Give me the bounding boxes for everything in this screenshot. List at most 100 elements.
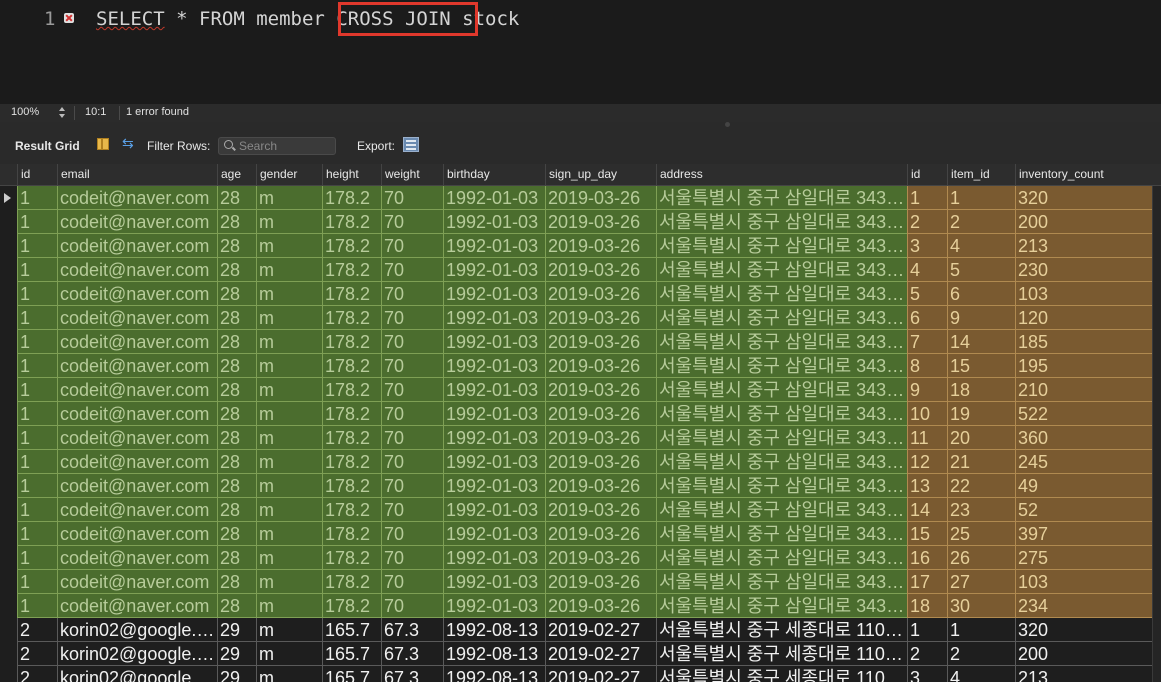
table-cell[interactable]: 14 bbox=[947, 330, 1015, 354]
table-cell[interactable]: 178.2 bbox=[322, 426, 381, 450]
table-cell[interactable]: 2019-03-26 bbox=[545, 498, 656, 522]
table-row[interactable]: 1 codeit@naver.com 28 m 178.2 70 1992-01-03 201… bbox=[0, 186, 1161, 210]
table-cell[interactable]: 67.3 bbox=[381, 666, 443, 682]
table-cell[interactable]: 2019-03-26 bbox=[545, 282, 656, 306]
table-row[interactable]: 1 codeit@naver.com 28 m 178.2 70 1992-01-03 201… bbox=[0, 450, 1161, 474]
table-cell[interactable]: 70 bbox=[381, 282, 443, 306]
table-cell[interactable]: 2019-03-26 bbox=[545, 330, 656, 354]
table-cell[interactable]: m bbox=[256, 378, 322, 402]
table-cell[interactable]: 14 bbox=[907, 498, 947, 522]
table-cell[interactable]: 9 bbox=[947, 306, 1015, 330]
table-cell[interactable]: 165.7 bbox=[322, 642, 381, 666]
table-cell[interactable]: 178.2 bbox=[322, 570, 381, 594]
table-cell[interactable]: 2 bbox=[947, 210, 1015, 234]
table-cell[interactable]: m bbox=[256, 330, 322, 354]
table-cell[interactable]: 213 bbox=[1015, 234, 1152, 258]
table-cell[interactable]: 70 bbox=[381, 378, 443, 402]
table-cell[interactable]: codeit@naver.com bbox=[57, 474, 217, 498]
table-cell[interactable]: m bbox=[256, 234, 322, 258]
table-cell[interactable]: 213 bbox=[1015, 666, 1152, 682]
table-cell[interactable]: codeit@naver.com bbox=[57, 186, 217, 210]
table-cell[interactable]: 234 bbox=[1015, 594, 1152, 618]
table-cell[interactable]: 67.3 bbox=[381, 618, 443, 642]
table-cell[interactable]: 서울특별시 중구 삼일대로 343… bbox=[656, 522, 907, 546]
table-cell[interactable]: 1992-01-03 bbox=[443, 234, 545, 258]
table-cell[interactable]: 103 bbox=[1015, 570, 1152, 594]
table-cell[interactable]: 1 bbox=[17, 378, 57, 402]
table-cell[interactable]: 2019-03-26 bbox=[545, 450, 656, 474]
table-cell[interactable]: 서울특별시 중구 삼일대로 343… bbox=[656, 450, 907, 474]
table-cell[interactable]: 13 bbox=[907, 474, 947, 498]
table-cell[interactable]: 1 bbox=[17, 330, 57, 354]
sql-editor[interactable]: 1 SELECT * FROM member CROSS JOIN stock bbox=[0, 0, 1161, 104]
table-cell[interactable]: 70 bbox=[381, 354, 443, 378]
table-cell[interactable]: 28 bbox=[217, 426, 256, 450]
table-cell[interactable]: 178.2 bbox=[322, 186, 381, 210]
table-cell[interactable]: 70 bbox=[381, 330, 443, 354]
table-cell[interactable]: 1992-01-03 bbox=[443, 378, 545, 402]
table-cell[interactable]: 320 bbox=[1015, 186, 1152, 210]
table-cell[interactable]: m bbox=[256, 570, 322, 594]
table-cell[interactable]: 2019-03-26 bbox=[545, 570, 656, 594]
table-cell[interactable]: 120 bbox=[1015, 306, 1152, 330]
table-cell[interactable]: 1 bbox=[17, 354, 57, 378]
table-cell[interactable]: 서울특별시 중구 삼일대로 343… bbox=[656, 402, 907, 426]
table-cell[interactable]: codeit@naver.com bbox=[57, 522, 217, 546]
table-cell[interactable]: 1992-08-13 bbox=[443, 618, 545, 642]
table-row[interactable]: 1 codeit@naver.com 28 m 178.2 70 1992-01-03 201… bbox=[0, 594, 1161, 618]
table-cell[interactable]: 1992-01-03 bbox=[443, 354, 545, 378]
table-cell[interactable]: 18 bbox=[947, 378, 1015, 402]
table-cell[interactable]: 1 bbox=[17, 282, 57, 306]
zoom-stepper-icon[interactable] bbox=[58, 106, 66, 120]
column-header-gender[interactable]: gender bbox=[256, 164, 322, 185]
table-cell[interactable]: 70 bbox=[381, 402, 443, 426]
table-cell[interactable]: korin02@google.… bbox=[57, 618, 217, 642]
table-cell[interactable]: 22 bbox=[947, 474, 1015, 498]
table-cell[interactable]: 서울특별시 중구 삼일대로 343… bbox=[656, 546, 907, 570]
table-cell[interactable]: 1 bbox=[17, 258, 57, 282]
table-cell[interactable]: 1992-01-03 bbox=[443, 330, 545, 354]
table-cell[interactable]: 4 bbox=[907, 258, 947, 282]
table-cell[interactable]: 1992-01-03 bbox=[443, 546, 545, 570]
table-cell[interactable]: 28 bbox=[217, 186, 256, 210]
table-cell[interactable]: codeit@naver.com bbox=[57, 354, 217, 378]
table-cell[interactable]: 1992-08-13 bbox=[443, 642, 545, 666]
table-cell[interactable]: 178.2 bbox=[322, 234, 381, 258]
table-row[interactable]: 1 codeit@naver.com 28 m 178.2 70 1992-01-03 201… bbox=[0, 570, 1161, 594]
table-cell[interactable]: m bbox=[256, 186, 322, 210]
table-cell[interactable]: 1992-01-03 bbox=[443, 306, 545, 330]
table-cell[interactable]: 28 bbox=[217, 522, 256, 546]
table-cell[interactable]: 서울특별시 중구 삼일대로 343… bbox=[656, 186, 907, 210]
table-cell[interactable]: codeit@naver.com bbox=[57, 330, 217, 354]
table-cell[interactable]: 70 bbox=[381, 522, 443, 546]
table-cell[interactable]: 165.7 bbox=[322, 666, 381, 682]
table-cell[interactable]: 397 bbox=[1015, 522, 1152, 546]
table-cell[interactable]: 230 bbox=[1015, 258, 1152, 282]
table-cell[interactable]: 178.2 bbox=[322, 498, 381, 522]
table-cell[interactable]: 3 bbox=[907, 666, 947, 682]
table-cell[interactable]: codeit@naver.com bbox=[57, 498, 217, 522]
table-cell[interactable]: 1 bbox=[17, 234, 57, 258]
table-cell[interactable]: 28 bbox=[217, 306, 256, 330]
table-cell[interactable]: 178.2 bbox=[322, 378, 381, 402]
table-cell[interactable]: 1992-01-03 bbox=[443, 426, 545, 450]
table-cell[interactable]: 70 bbox=[381, 498, 443, 522]
column-header-birthday[interactable]: birthday bbox=[443, 164, 545, 185]
table-cell[interactable]: 1992-01-03 bbox=[443, 282, 545, 306]
table-cell[interactable]: 1 bbox=[17, 210, 57, 234]
table-cell[interactable]: 서울특별시 중구 삼일대로 343… bbox=[656, 498, 907, 522]
table-row[interactable]: 1 codeit@naver.com 28 m 178.2 70 1992-01-03 201… bbox=[0, 354, 1161, 378]
table-row[interactable]: 1 codeit@naver.com 28 m 178.2 70 1992-01-03 201… bbox=[0, 258, 1161, 282]
table-cell[interactable]: m bbox=[256, 498, 322, 522]
column-header-id[interactable]: id bbox=[907, 164, 947, 185]
table-row[interactable]: 2 korin02@google.… 29 m 165.7 67.3 1992-08-13 2… bbox=[0, 642, 1161, 666]
table-cell[interactable]: m bbox=[256, 666, 322, 682]
table-cell[interactable]: 1 bbox=[17, 426, 57, 450]
table-cell[interactable]: 28 bbox=[217, 474, 256, 498]
table-cell[interactable]: 2019-02-27 bbox=[545, 618, 656, 642]
table-cell[interactable]: 1 bbox=[17, 594, 57, 618]
table-cell[interactable]: 2019-03-26 bbox=[545, 378, 656, 402]
table-cell[interactable]: 15 bbox=[947, 354, 1015, 378]
table-cell[interactable]: 7 bbox=[907, 330, 947, 354]
table-cell[interactable]: 30 bbox=[947, 594, 1015, 618]
